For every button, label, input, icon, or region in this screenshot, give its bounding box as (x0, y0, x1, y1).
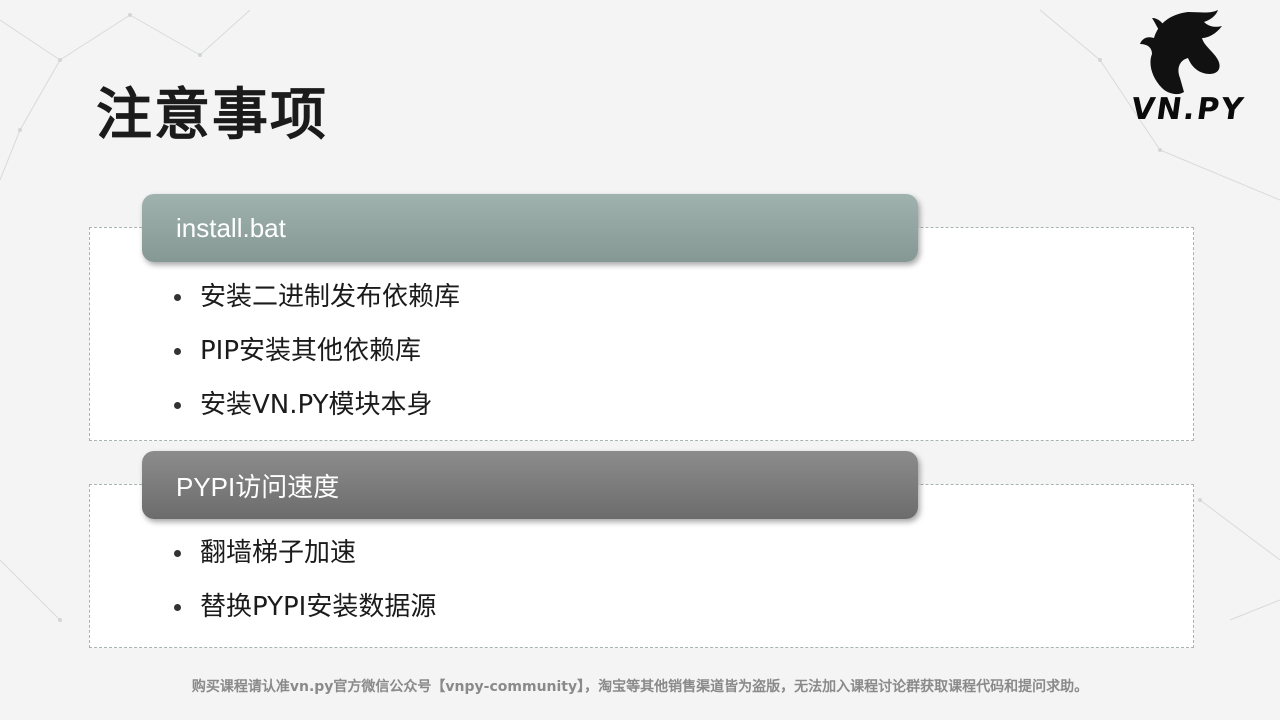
bullet-icon (174, 348, 181, 355)
list-item: PIP安装其他依赖库 (172, 324, 460, 378)
footer-notice: 购买课程请认准vn.py官方微信公众号【vnpy-community】，淘宝等其… (191, 679, 1089, 695)
bullet-list-pypi: 翻墙梯子加速 替换PYPI安装数据源 (172, 526, 436, 634)
logo-text: VN.PY (1128, 92, 1248, 127)
bullet-icon (174, 402, 181, 409)
bullet-list-install: 安装二进制发布依赖库 PIP安装其他依赖库 安装VN.PY模块本身 (172, 270, 460, 432)
section-header-pypi: PYPI访问速度 (142, 451, 918, 519)
section-header-install: install.bat (142, 194, 918, 262)
list-item: 安装二进制发布依赖库 (172, 270, 460, 324)
bullet-icon (174, 604, 181, 611)
list-item: 安装VN.PY模块本身 (172, 378, 460, 432)
list-item: 翻墙梯子加速 (172, 526, 436, 580)
bullet-icon (174, 550, 181, 557)
list-item: 替换PYPI安装数据源 (172, 580, 436, 634)
slide-title: 注意事项 (96, 83, 328, 148)
bullet-icon (174, 294, 181, 301)
